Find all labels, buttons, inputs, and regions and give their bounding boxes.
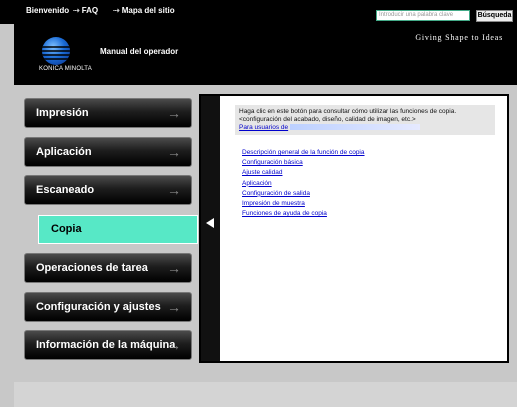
users-link[interactable]: Para usuarios de <box>239 124 491 132</box>
tagline: Giving Shape to Ideas <box>415 33 503 42</box>
pointer-left-icon <box>206 218 214 228</box>
sidebar-item-label: Operaciones de tarea <box>36 262 148 274</box>
link-ajuste-calidad[interactable]: Ajuste calidad <box>242 168 365 178</box>
arrow-right-icon: → <box>167 144 181 160</box>
sidebar-item-impresion[interactable]: Impresión → <box>24 98 192 128</box>
content-sidebar <box>201 96 220 361</box>
faq-label: FAQ <box>81 6 99 15</box>
top-navigation-bar: Bienvenido ⇢ FAQ ⇢ Mapa del sitio Introduc… <box>0 0 517 24</box>
search-button[interactable]: Búsqueda <box>476 10 513 22</box>
intro-box: Haga clic en este botón para consultar c… <box>235 105 495 135</box>
arrow-right-icon: → <box>167 260 181 276</box>
faq-link[interactable]: ⇢ FAQ <box>73 6 98 15</box>
arrow-right-icon: → <box>167 182 181 198</box>
sidebar-item-operaciones-de-tarea[interactable]: Operaciones de tarea → <box>24 253 192 283</box>
sidebar-item-label: Información de la máquina <box>36 339 176 351</box>
logo-text: KONICA MINOLTA <box>39 66 92 72</box>
sidebar-item-label: Impresión <box>36 107 89 119</box>
link-descripcion-general[interactable]: Descripción general de la función de cop… <box>242 148 365 158</box>
footer-strip <box>14 382 517 407</box>
content-panel: Haga clic en este botón para consultar c… <box>199 94 509 363</box>
manual-title: Manual del operador <box>100 47 179 56</box>
arrow-right-icon: → <box>167 105 181 121</box>
sitemap-link[interactable]: ⇢ Mapa del sitio <box>113 6 175 15</box>
intro-line-2: <configuración del acabado, diseño, cali… <box>239 116 416 123</box>
sidebar-item-label: Aplicación <box>36 146 92 158</box>
sidebar-item-label: Configuración y ajustes <box>36 301 161 313</box>
copy-function-links: Descripción general de la función de cop… <box>242 148 365 219</box>
link-configuracion-basica[interactable]: Configuración básica <box>242 158 365 168</box>
sidebar-item-escaneado[interactable]: Escaneado → <box>24 175 192 205</box>
page-header: KONICA MINOLTA Manual del operador Givin… <box>14 24 517 85</box>
sidebar-item-configuracion-y-ajustes[interactable]: Configuración y ajustes → <box>24 292 192 322</box>
sidebar-item-copia[interactable]: Copia <box>38 215 198 244</box>
arrow-right-icon: → <box>167 337 181 353</box>
sidebar-item-label: Copia <box>51 223 82 235</box>
arrow-right-icon: ⇢ <box>73 6 80 15</box>
sidebar-item-aplicacion[interactable]: Aplicación → <box>24 137 192 167</box>
link-impresion-de-muestra[interactable]: Impresión de muestra <box>242 199 365 209</box>
users-link-label: Para usuarios de <box>239 124 289 131</box>
welcome-link[interactable]: Bienvenido <box>26 6 69 15</box>
konica-minolta-logo-icon <box>42 37 70 65</box>
arrow-right-icon: → <box>167 299 181 315</box>
search-input[interactable]: Introducir una palabra clave <box>376 10 470 21</box>
link-configuracion-de-salida[interactable]: Configuración de salida <box>242 189 365 199</box>
intro-line-1: Haga clic en este botón para consultar c… <box>239 108 457 115</box>
sitemap-label: Mapa del sitio <box>121 6 175 15</box>
sidebar-item-informacion-de-la-maquina[interactable]: Información de la máquina → <box>24 330 192 360</box>
link-aplicacion[interactable]: Aplicación <box>242 179 365 189</box>
arrow-right-icon: ⇢ <box>113 6 120 15</box>
blurred-link-text <box>289 124 420 131</box>
link-funciones-de-ayuda[interactable]: Funciones de ayuda de copia <box>242 209 365 219</box>
sidebar-item-label: Escaneado <box>36 184 95 196</box>
